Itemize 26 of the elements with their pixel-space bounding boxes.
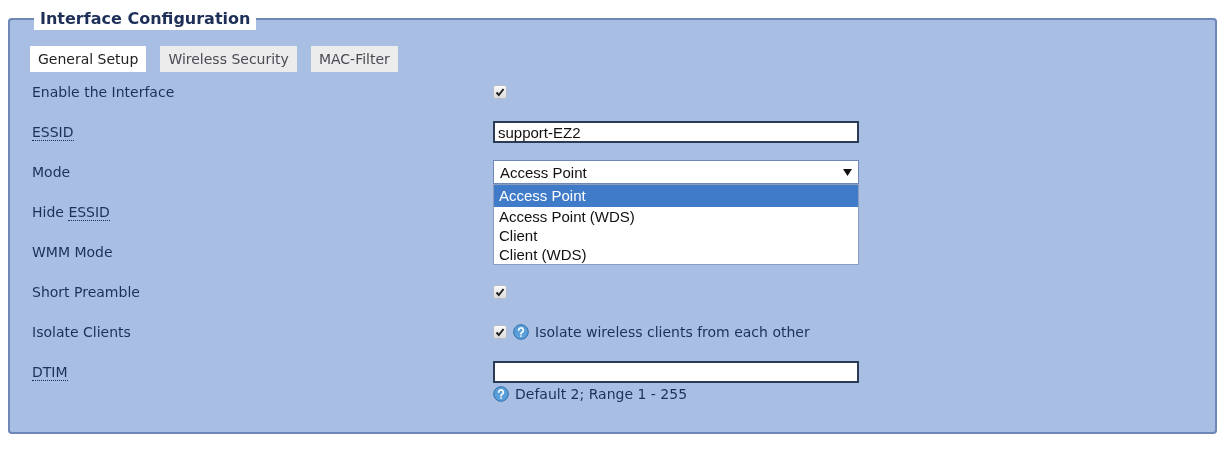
field-label: DTIM: [31, 364, 68, 380]
field-label: Hide ESSID: [31, 204, 110, 220]
tab[interactable]: Wireless Security: [160, 46, 297, 72]
dropdown-option[interactable]: Client (WDS): [494, 245, 858, 264]
field-label: Enable the Interface: [31, 84, 175, 100]
help-icon: [493, 386, 509, 402]
help-text: Default 2; Range 1 - 255: [515, 386, 688, 402]
field-label: Isolate Clients: [31, 324, 131, 340]
field-label: WMM Mode: [31, 244, 113, 260]
field-label: Short Preamble: [31, 284, 140, 300]
dropdown-arrow-icon: [843, 168, 852, 176]
tab[interactable]: General Setup: [30, 46, 147, 72]
tab[interactable]: MAC-Filter: [310, 46, 398, 72]
dropdown-option[interactable]: Access Point (WDS): [494, 207, 858, 226]
text-field[interactable]: [493, 361, 859, 383]
checkbox[interactable]: [493, 325, 507, 339]
mode-dropdown[interactable]: Access Point: [493, 160, 859, 184]
dropdown-option[interactable]: Client: [494, 226, 858, 245]
help-icon: [513, 324, 529, 340]
checkbox[interactable]: [493, 85, 507, 99]
field-label: Mode: [31, 164, 71, 180]
text-field[interactable]: support-EZ2: [493, 121, 859, 143]
help-text: Isolate wireless clients from each other: [535, 324, 810, 340]
field-label: ESSID: [31, 124, 74, 140]
dropdown-option[interactable]: Access Point: [494, 185, 858, 207]
checkbox[interactable]: [493, 285, 507, 299]
